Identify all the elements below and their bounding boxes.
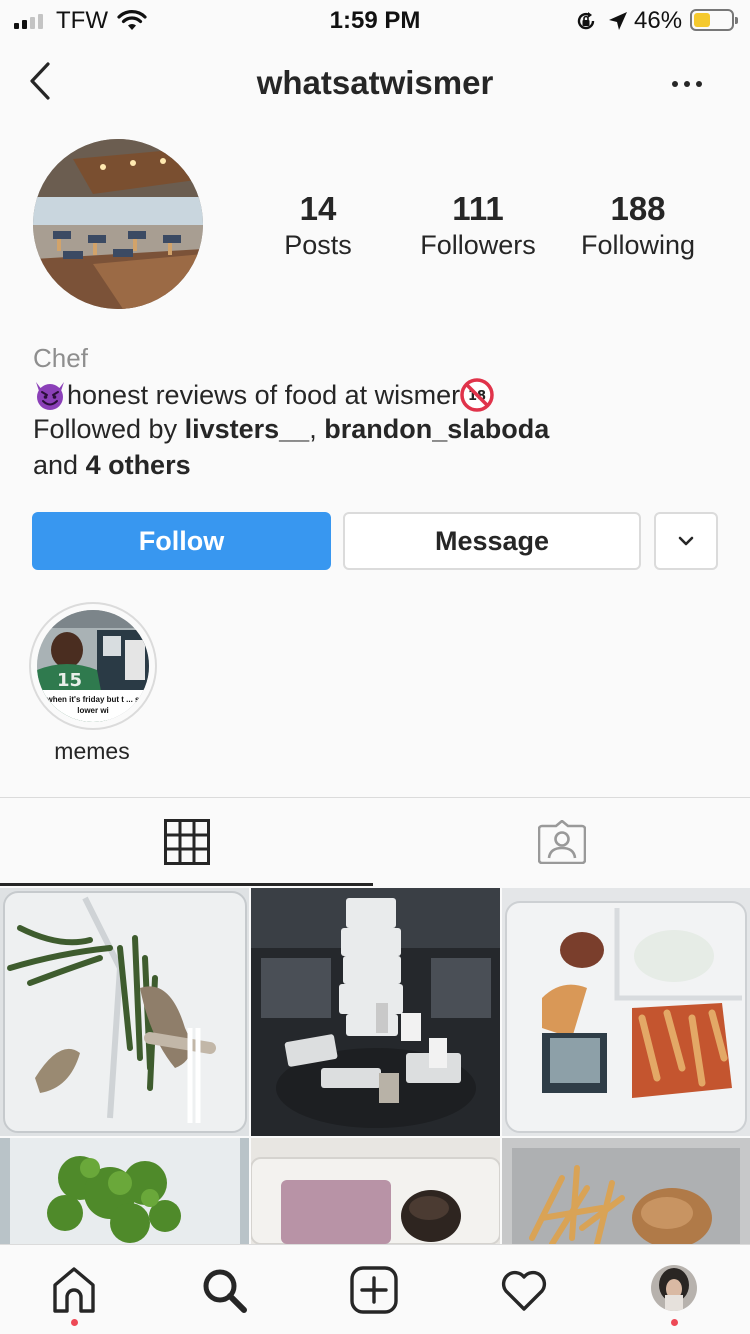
bottom-nav bbox=[0, 1244, 750, 1334]
message-button[interactable]: Message bbox=[343, 512, 641, 570]
no-one-under-eighteen-icon: 18 bbox=[460, 378, 494, 412]
stat-posts-label: Posts bbox=[284, 230, 352, 260]
followed-by-user-1[interactable]: livsters__ bbox=[185, 414, 310, 444]
stat-following-label: Following bbox=[580, 230, 696, 260]
suggested-accounts-button[interactable] bbox=[654, 512, 718, 570]
svg-text:15: 15 bbox=[57, 670, 82, 691]
nav-search[interactable] bbox=[194, 1265, 254, 1321]
active-tab-indicator bbox=[0, 883, 373, 886]
followed-by-prefix: Followed by bbox=[33, 414, 185, 444]
post-thumbnail[interactable] bbox=[251, 888, 500, 1136]
followed-by-separator: , bbox=[309, 414, 325, 444]
followed-by-and: and bbox=[33, 450, 86, 480]
new-post-icon bbox=[350, 1266, 398, 1314]
stat-followers-label: Followers bbox=[420, 230, 536, 260]
stat-posts-count: 14 bbox=[299, 190, 337, 227]
post-thumbnail[interactable] bbox=[251, 1138, 500, 1244]
tagged-icon bbox=[538, 820, 586, 864]
location-arrow-icon bbox=[609, 12, 627, 30]
followed-by-others[interactable]: and 4 others bbox=[33, 450, 191, 481]
stat-followers[interactable]: 111 Followers bbox=[388, 190, 568, 261]
nav-home[interactable] bbox=[44, 1265, 104, 1326]
post-thumbnail[interactable] bbox=[502, 1138, 750, 1244]
profile-notification-dot bbox=[671, 1319, 678, 1326]
profile-header: whatsatwismer bbox=[0, 50, 750, 116]
more-options-icon[interactable] bbox=[672, 76, 716, 92]
post-thumbnail[interactable] bbox=[0, 1138, 249, 1244]
stat-posts[interactable]: 14 Posts bbox=[228, 190, 408, 261]
followed-by-user-2[interactable]: brandon_slaboda bbox=[324, 414, 549, 444]
followed-by-others-count[interactable]: 4 others bbox=[86, 450, 191, 480]
highlight-cover: 15 when it's friday but t ... s lower wi bbox=[37, 610, 149, 722]
tab-tagged[interactable] bbox=[375, 798, 750, 886]
nav-new-post[interactable] bbox=[344, 1265, 404, 1321]
chevron-down-icon bbox=[678, 536, 694, 546]
nav-activity[interactable] bbox=[494, 1265, 554, 1321]
battery-icon bbox=[690, 9, 738, 31]
posts-grid bbox=[0, 888, 750, 1244]
profile-category: Chef bbox=[33, 343, 88, 373]
grid-icon bbox=[164, 819, 210, 865]
profile-bio-text: honest reviews of food at wismer bbox=[67, 379, 461, 410]
tab-grid[interactable] bbox=[0, 798, 373, 886]
status-bar: TFW 1:59 PM 46% bbox=[0, 0, 750, 40]
page-title: whatsatwismer bbox=[256, 64, 494, 101]
followed-by[interactable]: Followed by livsters__, brandon_slaboda bbox=[33, 414, 549, 445]
post-thumbnail[interactable] bbox=[502, 888, 750, 1136]
follow-button[interactable]: Follow bbox=[32, 512, 331, 570]
highlight-label: memes bbox=[54, 738, 130, 764]
home-icon bbox=[53, 1267, 95, 1313]
profile-avatar[interactable] bbox=[33, 139, 203, 309]
smiling-devil-icon bbox=[36, 382, 64, 410]
nav-profile[interactable] bbox=[644, 1265, 704, 1326]
battery-percent: 46% bbox=[634, 7, 683, 34]
rotation-lock-icon bbox=[577, 12, 595, 30]
profile-avatar-icon bbox=[651, 1265, 697, 1311]
highlight-cover-caption: when it's friday but t ... s lower wi bbox=[46, 695, 140, 715]
post-thumbnail[interactable] bbox=[0, 888, 249, 1136]
stat-followers-count: 111 bbox=[452, 190, 504, 227]
search-icon bbox=[203, 1269, 247, 1313]
home-notification-dot bbox=[71, 1319, 78, 1326]
stat-following-count: 188 bbox=[610, 190, 666, 227]
activity-heart-icon bbox=[501, 1270, 547, 1311]
stat-following[interactable]: 188 Following bbox=[548, 190, 728, 261]
profile-bio: honest reviews of food at wismer 18 bbox=[33, 378, 494, 412]
story-highlight-memes[interactable]: 15 when it's friday but t ... s lower wi bbox=[29, 602, 157, 730]
